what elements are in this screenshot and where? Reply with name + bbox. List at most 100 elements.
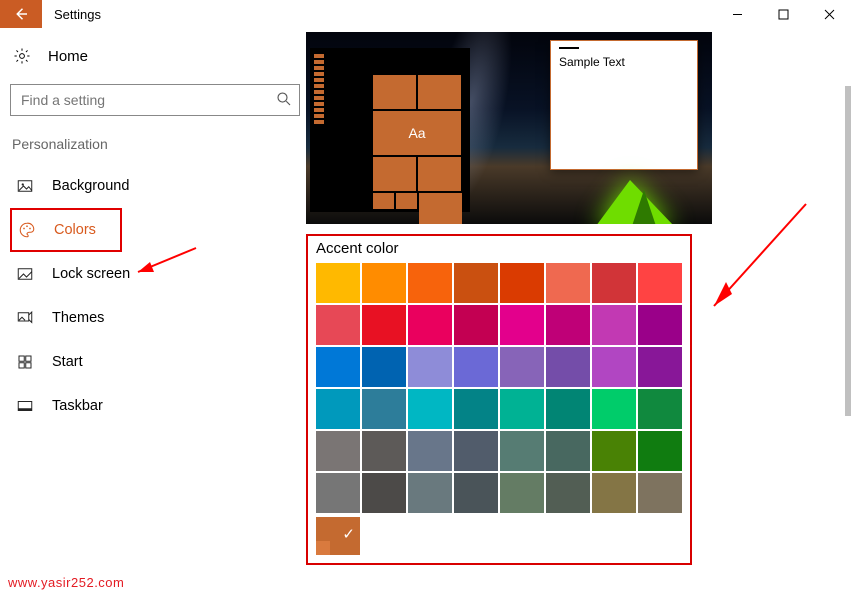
sample-text-label: Sample Text bbox=[559, 55, 689, 69]
color-swatch[interactable] bbox=[408, 431, 452, 471]
home-nav[interactable]: Home bbox=[10, 34, 290, 78]
color-swatch[interactable] bbox=[638, 263, 682, 303]
color-swatch[interactable] bbox=[546, 305, 590, 345]
color-swatch[interactable] bbox=[592, 473, 636, 513]
color-swatch[interactable] bbox=[500, 347, 544, 387]
color-swatch[interactable] bbox=[454, 263, 498, 303]
color-swatch[interactable] bbox=[592, 347, 636, 387]
sidebar-item-label: Background bbox=[36, 178, 129, 194]
window-controls bbox=[714, 0, 852, 28]
color-swatch[interactable] bbox=[362, 473, 406, 513]
picture-icon bbox=[14, 177, 36, 195]
color-palette bbox=[316, 263, 682, 513]
gear-icon bbox=[10, 47, 34, 65]
themes-icon bbox=[14, 309, 36, 327]
sidebar-item-label: Start bbox=[36, 354, 83, 370]
minimize-icon bbox=[732, 9, 743, 20]
color-swatch[interactable] bbox=[408, 263, 452, 303]
color-swatch[interactable] bbox=[500, 263, 544, 303]
color-swatch[interactable] bbox=[454, 431, 498, 471]
color-swatch[interactable] bbox=[316, 347, 360, 387]
search-icon bbox=[275, 90, 293, 111]
color-swatch[interactable] bbox=[638, 305, 682, 345]
sidebar-item-colors[interactable]: Colors bbox=[10, 208, 122, 252]
color-swatch[interactable] bbox=[454, 389, 498, 429]
palette-icon bbox=[16, 221, 38, 239]
search-box[interactable] bbox=[10, 84, 300, 116]
maximize-icon bbox=[778, 9, 789, 20]
sidebar-item-label: Themes bbox=[36, 310, 104, 326]
custom-color-swatch[interactable]: ✓ bbox=[316, 517, 360, 555]
color-swatch[interactable] bbox=[316, 305, 360, 345]
color-swatch[interactable] bbox=[316, 263, 360, 303]
preview-tile-text: Aa bbox=[373, 111, 461, 155]
vertical-scrollbar[interactable] bbox=[838, 28, 852, 588]
color-swatch[interactable] bbox=[638, 347, 682, 387]
color-swatch[interactable] bbox=[546, 347, 590, 387]
sidebar-item-background[interactable]: Background bbox=[10, 164, 290, 208]
search-input[interactable] bbox=[19, 91, 275, 109]
accent-color-title: Accent color bbox=[316, 240, 682, 257]
color-swatch[interactable] bbox=[638, 473, 682, 513]
taskbar-icon bbox=[14, 397, 36, 415]
color-swatch[interactable] bbox=[500, 305, 544, 345]
preview-sample-window: Sample Text bbox=[550, 40, 698, 170]
window-title: Settings bbox=[42, 7, 714, 22]
color-swatch[interactable] bbox=[546, 473, 590, 513]
sidebar-item-lock-screen[interactable]: Lock screen bbox=[10, 252, 290, 296]
color-swatch[interactable] bbox=[638, 431, 682, 471]
color-swatch[interactable] bbox=[316, 473, 360, 513]
maximize-button[interactable] bbox=[760, 0, 806, 28]
color-swatch[interactable] bbox=[592, 431, 636, 471]
color-swatch[interactable] bbox=[316, 431, 360, 471]
annotation-arrow-right bbox=[702, 198, 812, 321]
color-swatch[interactable] bbox=[500, 389, 544, 429]
color-swatch[interactable] bbox=[408, 347, 452, 387]
color-preview: Aa Sample Text bbox=[306, 32, 712, 224]
lock-screen-icon bbox=[14, 265, 36, 283]
title-bar: Settings bbox=[0, 0, 852, 28]
arrow-left-icon bbox=[12, 5, 30, 23]
color-swatch[interactable] bbox=[362, 431, 406, 471]
sidebar-item-themes[interactable]: Themes bbox=[10, 296, 290, 340]
preview-start-menu: Aa bbox=[310, 48, 470, 212]
color-swatch[interactable] bbox=[408, 305, 452, 345]
color-swatch[interactable] bbox=[546, 263, 590, 303]
color-swatch[interactable] bbox=[316, 389, 360, 429]
watermark-text: www.yasir252.com bbox=[8, 575, 124, 590]
section-header: Personalization bbox=[10, 116, 290, 164]
minimize-button[interactable] bbox=[714, 0, 760, 28]
home-label: Home bbox=[34, 48, 88, 65]
accent-color-section: Accent color ✓ bbox=[306, 234, 692, 565]
color-swatch[interactable] bbox=[408, 473, 452, 513]
color-swatch[interactable] bbox=[454, 473, 498, 513]
color-swatch[interactable] bbox=[500, 473, 544, 513]
color-swatch[interactable] bbox=[408, 389, 452, 429]
sidebar-item-label: Taskbar bbox=[36, 398, 103, 414]
sidebar-item-label: Colors bbox=[38, 222, 96, 238]
color-swatch[interactable] bbox=[362, 263, 406, 303]
color-swatch[interactable] bbox=[592, 305, 636, 345]
color-swatch[interactable] bbox=[638, 389, 682, 429]
color-swatch[interactable] bbox=[546, 431, 590, 471]
right-pane: Aa Sample Text Accent color ✓ bbox=[300, 28, 852, 600]
color-swatch[interactable] bbox=[362, 389, 406, 429]
color-swatch[interactable] bbox=[592, 389, 636, 429]
checkmark-icon: ✓ bbox=[342, 525, 355, 543]
sidebar-item-taskbar[interactable]: Taskbar bbox=[10, 384, 290, 428]
close-icon bbox=[824, 9, 835, 20]
start-icon bbox=[14, 353, 36, 371]
left-pane: Home Personalization Background Colors bbox=[0, 28, 300, 600]
color-swatch[interactable] bbox=[592, 263, 636, 303]
color-swatch[interactable] bbox=[454, 305, 498, 345]
color-swatch[interactable] bbox=[546, 389, 590, 429]
back-button[interactable] bbox=[0, 0, 42, 28]
sidebar-item-label: Lock screen bbox=[36, 266, 130, 282]
scrollbar-thumb[interactable] bbox=[845, 86, 851, 416]
color-swatch[interactable] bbox=[454, 347, 498, 387]
color-swatch[interactable] bbox=[362, 305, 406, 345]
sidebar-item-start[interactable]: Start bbox=[10, 340, 290, 384]
color-swatch[interactable] bbox=[362, 347, 406, 387]
close-button[interactable] bbox=[806, 0, 852, 28]
color-swatch[interactable] bbox=[500, 431, 544, 471]
